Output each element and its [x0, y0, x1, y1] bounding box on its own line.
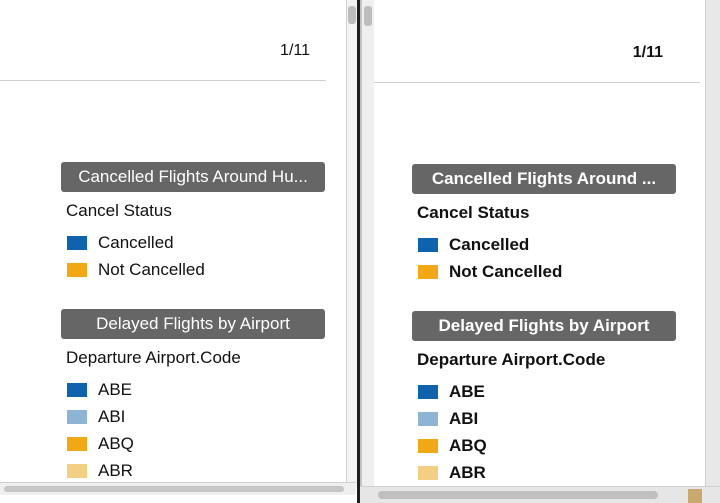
color-swatch — [418, 465, 438, 480]
color-swatch — [67, 436, 87, 451]
legend-item-label: ABR — [449, 462, 486, 482]
horizontal-scroll-thumb[interactable] — [4, 486, 344, 492]
legend-item-abq[interactable]: ABQ — [418, 432, 676, 459]
legend-item-abi[interactable]: ABI — [418, 405, 676, 432]
color-swatch — [67, 463, 87, 478]
legend-item-label: ABQ — [98, 433, 134, 453]
legend-item-label: ABI — [449, 408, 479, 428]
color-swatch — [418, 438, 438, 453]
left-pane: 1/11 Cancelled Flights Around Hu... Canc… — [0, 0, 360, 503]
legend-title[interactable]: Delayed Flights by Airport — [61, 309, 325, 339]
legend-delayed-flights: Delayed Flights by Airport Departure Air… — [61, 309, 325, 484]
horizontal-scroll-thumb[interactable] — [378, 491, 658, 499]
legend-item-label: Cancelled — [98, 232, 174, 252]
page-indicator: 1/11 — [632, 44, 663, 61]
legend-item-label: ABQ — [449, 435, 487, 455]
legend-field-name: Departure Airport.Code — [417, 350, 606, 369]
page-indicator: 1/11 — [280, 42, 310, 59]
legend-title[interactable]: Cancelled Flights Around Hu... — [61, 162, 325, 192]
vertical-scrollbar[interactable] — [362, 0, 374, 488]
resize-corner[interactable] — [688, 489, 702, 503]
legend-cancelled-flights: Cancelled Flights Around ... Cancel Stat… — [412, 164, 676, 285]
legend-item-label: Not Cancelled — [98, 259, 205, 279]
legend-cancelled-flights: Cancelled Flights Around Hu... Cancel St… — [61, 162, 325, 283]
legend-field-name: Cancel Status — [417, 203, 530, 222]
legend-item-cancelled[interactable]: Cancelled — [67, 229, 325, 256]
legend-item-abe[interactable]: ABE — [67, 376, 325, 403]
color-swatch — [67, 235, 87, 250]
vertical-scrollbar[interactable] — [346, 0, 357, 486]
right-scrollbar[interactable] — [705, 0, 720, 488]
legend-item-not-cancelled[interactable]: Not Cancelled — [67, 256, 325, 283]
legend-field-name: Cancel Status — [66, 201, 172, 220]
legend-item-abe[interactable]: ABE — [418, 378, 676, 405]
color-swatch — [418, 384, 438, 399]
color-swatch — [418, 237, 438, 252]
color-swatch — [67, 409, 87, 424]
header-divider — [374, 82, 700, 83]
legend-item-abq[interactable]: ABQ — [67, 430, 325, 457]
vertical-scroll-thumb[interactable] — [364, 6, 372, 26]
color-swatch — [67, 262, 87, 277]
right-pane: 1/11 Cancelled Flights Around ... Cancel… — [360, 0, 720, 503]
legend-item-abi[interactable]: ABI — [67, 403, 325, 430]
color-swatch — [418, 264, 438, 279]
legend-item-cancelled[interactable]: Cancelled — [418, 231, 676, 258]
legend-item-label: ABE — [98, 379, 133, 399]
legend-title[interactable]: Cancelled Flights Around ... — [412, 164, 676, 194]
legend-title[interactable]: Delayed Flights by Airport — [412, 311, 676, 341]
header-divider — [0, 80, 326, 81]
legend-item-label: ABR — [98, 460, 133, 480]
color-swatch — [67, 382, 87, 397]
legend-item-abr[interactable]: ABR — [67, 457, 325, 484]
legend-item-label: Not Cancelled — [449, 261, 563, 281]
color-swatch — [418, 411, 438, 426]
legend-item-label: ABI — [98, 406, 126, 426]
vertical-scroll-thumb[interactable] — [348, 6, 356, 24]
legend-item-label: Cancelled — [449, 234, 530, 254]
legend-item-abr[interactable]: ABR — [418, 459, 676, 486]
legend-delayed-flights: Delayed Flights by Airport Departure Air… — [412, 311, 676, 486]
legend-item-not-cancelled[interactable]: Not Cancelled — [418, 258, 676, 285]
legend-item-label: ABE — [449, 381, 485, 401]
legend-field-name: Departure Airport.Code — [66, 348, 241, 367]
